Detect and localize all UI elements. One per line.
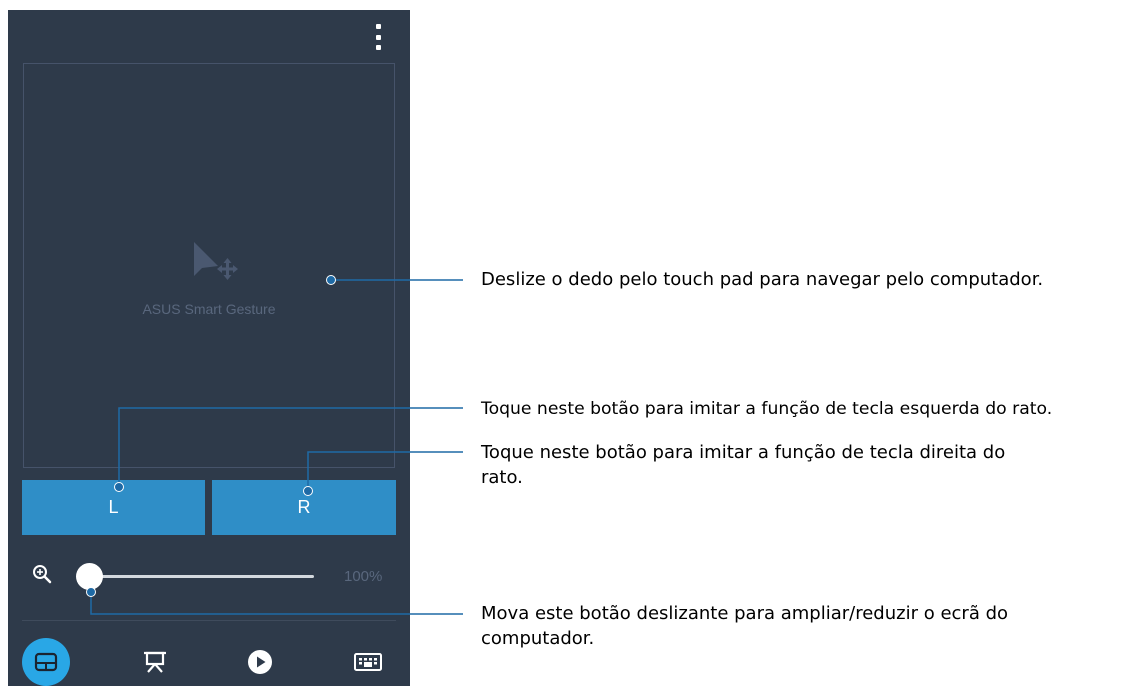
- nav-keyboard-button[interactable]: [344, 638, 392, 686]
- touchpad-label: ASUS Smart Gesture: [142, 301, 276, 317]
- touchpad-icon: [34, 652, 58, 672]
- right-click-label: R: [297, 497, 311, 517]
- zoom-slider-thumb[interactable]: [76, 563, 103, 590]
- cursor-move-icon: [194, 242, 238, 280]
- left-button-callout-dot: [114, 482, 124, 492]
- zoom-value: 100%: [344, 568, 383, 585]
- slider-callout-line1: Mova este botão deslizante para ampliar/…: [481, 603, 1009, 624]
- smart-gesture-panel: ASUS Smart Gesture L R 100%: [8, 10, 410, 686]
- zoom-in-icon: [33, 565, 52, 584]
- nav-touchpad-button[interactable]: [22, 638, 70, 686]
- keyboard-icon: [354, 653, 382, 671]
- overflow-menu-icon[interactable]: [372, 24, 384, 50]
- left-button-callout: Toque neste botão para imitar a função d…: [481, 399, 1053, 419]
- right-button-callout-line2: rato.: [481, 467, 523, 488]
- slider-callout-dot: [86, 587, 96, 597]
- nav-play-button[interactable]: [236, 638, 284, 686]
- zoom-slider-track[interactable]: [92, 575, 314, 578]
- slider-callout-line2: computador.: [481, 628, 595, 649]
- right-button-callout-dot: [303, 486, 313, 496]
- presentation-icon: [144, 651, 166, 673]
- touchpad-callout: Deslize o dedo pelo touch pad para naveg…: [481, 269, 1044, 290]
- touchpad-area[interactable]: ASUS Smart Gesture: [23, 63, 395, 468]
- right-button-callout-line1: Toque neste botão para imitar a função d…: [481, 442, 1006, 463]
- left-click-label: L: [108, 497, 119, 517]
- nav-presentation-button[interactable]: [131, 638, 179, 686]
- touchpad-callout-dot: [326, 275, 336, 285]
- divider: [22, 620, 396, 621]
- play-icon: [248, 650, 272, 674]
